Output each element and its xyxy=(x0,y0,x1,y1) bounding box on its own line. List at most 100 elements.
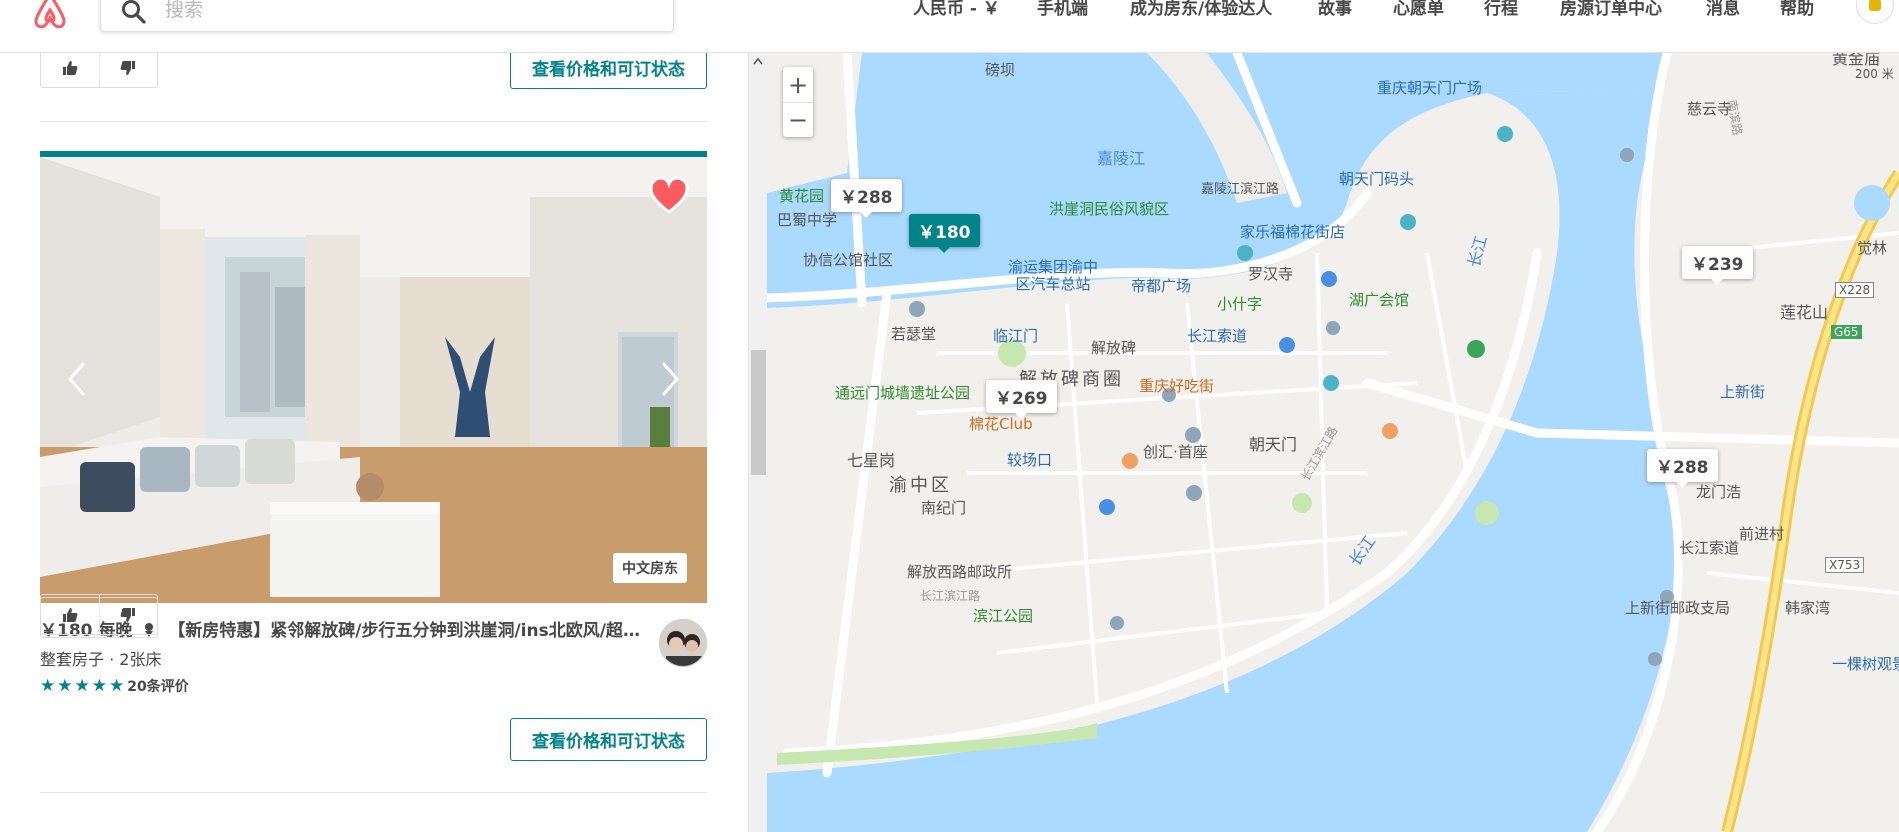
thumbs-up-icon xyxy=(62,607,78,622)
star-icon: ★ xyxy=(57,675,73,696)
map-label: 渝运集团渝中区汽车总站 xyxy=(1007,258,1098,293)
host-avatar[interactable] xyxy=(659,619,707,667)
price-pin[interactable]: ￥239 xyxy=(1682,246,1753,285)
map-label: 解放碑 xyxy=(1091,339,1137,357)
road-shield: X753 xyxy=(1825,557,1865,573)
nav-wishlist[interactable]: 心愿单 xyxy=(1393,0,1444,19)
scroll-up-icon[interactable] xyxy=(753,57,763,65)
rating-stars: ★ ★ ★ ★ ★ 20条评价 xyxy=(40,676,189,696)
road-shield: X228 xyxy=(1835,282,1875,298)
map-label: 渝中区 xyxy=(889,475,952,496)
map-label: 上新街邮政支局 xyxy=(1625,599,1731,617)
search-input[interactable] xyxy=(165,0,645,25)
map-label: 重庆好吃街 xyxy=(1139,377,1215,395)
map-label: 南纪门 xyxy=(921,499,967,517)
map-label: 磅坝 xyxy=(985,61,1016,79)
heart-icon[interactable] xyxy=(649,177,689,215)
nav-become-host[interactable]: 成为房东/体验达人 xyxy=(1130,0,1272,19)
map-label: 帝都广场 xyxy=(1131,277,1192,295)
search-icon xyxy=(122,0,146,24)
divider xyxy=(40,792,707,793)
review-count[interactable]: 20条评价 xyxy=(127,676,188,696)
thumbs-up-button[interactable] xyxy=(41,595,99,634)
price-pin[interactable]: ￥269 xyxy=(986,380,1057,419)
map-label: 朝天门 xyxy=(1249,435,1298,454)
map-label: 长江索道 xyxy=(1679,539,1740,557)
map-label: 龙门浩 xyxy=(1696,483,1742,501)
map-label: 嘉陵江滨江路 xyxy=(1201,182,1280,197)
map-label: 巴蜀中学 xyxy=(777,211,838,229)
host-language-badge: 中文房东 xyxy=(613,553,687,583)
map-label: 湖广会馆 xyxy=(1349,291,1410,309)
star-icon: ★ xyxy=(40,675,56,696)
map-label: 若瑟堂 xyxy=(891,325,937,343)
nav-stories[interactable]: 故事 xyxy=(1318,0,1352,19)
vote-group xyxy=(40,594,158,635)
map-label: 前进村 xyxy=(1739,525,1785,543)
check-price-button[interactable]: 查看价格和可订状态 xyxy=(510,718,707,761)
highway-shield: G65 xyxy=(1831,325,1862,339)
divider xyxy=(40,121,707,122)
airbnb-logo-icon[interactable] xyxy=(26,0,74,30)
top-header: 人民币 - ￥ 手机端 成为房东/体验达人 故事 心愿单 行程 房源订单中心 消… xyxy=(0,0,1899,53)
map-label: 重庆朝天门广场 xyxy=(1377,79,1483,97)
nav-currency[interactable]: 人民币 - ￥ xyxy=(913,0,1000,19)
map-label: 觉林 xyxy=(1857,239,1888,257)
map-label: 家乐福棉花街店 xyxy=(1240,223,1346,241)
thumbs-down-icon xyxy=(121,60,136,75)
nav-mobile[interactable]: 手机端 xyxy=(1037,0,1088,19)
nav-messages[interactable]: 消息 xyxy=(1706,0,1740,19)
price-pin[interactable]: ￥288 xyxy=(831,179,902,218)
map-label: 较场口 xyxy=(1007,451,1053,469)
zoom-in-button[interactable]: + xyxy=(783,67,813,102)
map-label: 黄花园 xyxy=(779,187,825,205)
map-label: 长江索道 xyxy=(1187,327,1248,345)
nav-host-orders[interactable]: 房源订单中心 xyxy=(1560,0,1662,19)
map-label: 滨江公园 xyxy=(973,607,1034,625)
listing-name: 【新房特惠】紧邻解放碑/步行五分钟到洪崖洞/ins北欧风/超级可爱的梦幻小屋 xyxy=(168,621,650,641)
nav-help[interactable]: 帮助 xyxy=(1780,0,1814,19)
thumbs-down-button[interactable] xyxy=(98,595,157,634)
map-label: 临江门 xyxy=(993,327,1039,345)
map-label: 小什字 xyxy=(1217,295,1263,313)
map-label: 协信公馆社区 xyxy=(803,251,894,269)
zoom-control: + − xyxy=(783,67,813,137)
thumbs-up-icon xyxy=(62,60,78,75)
chevron-right-icon[interactable] xyxy=(655,357,685,401)
thumbs-down-button[interactable] xyxy=(98,53,157,87)
map-label: 韩家湾 xyxy=(1785,599,1831,617)
map-label: 罗汉寺 xyxy=(1248,265,1294,283)
map-label: 一棵树观景 xyxy=(1832,655,1899,673)
map-label: 长江滨江路 xyxy=(920,589,981,603)
map-label: 解放西路邮政所 xyxy=(907,563,1013,581)
chevron-left-icon[interactable] xyxy=(62,357,92,401)
map-label: 创汇·首座 xyxy=(1143,443,1208,461)
star-icon: ★ xyxy=(91,675,107,696)
map-label: 通远门城墙遗址公园 xyxy=(835,384,971,402)
vote-group xyxy=(40,53,158,88)
map-label: 上新街 xyxy=(1720,383,1766,401)
map-label: 七星岗 xyxy=(847,451,896,470)
star-icon: ★ xyxy=(109,675,125,696)
scrollbar-thumb[interactable] xyxy=(751,350,766,475)
thumbs-up-button[interactable] xyxy=(41,53,99,87)
avatar-photo xyxy=(660,620,706,666)
map-label: 黄金庙 xyxy=(1832,53,1881,68)
nav-trips[interactable]: 行程 xyxy=(1484,0,1518,19)
map-view[interactable]: + − 200 米 磅坝 嘉陵江 重庆朝天门广场 黄金庙 慈云寺 黄花园 巴蜀中… xyxy=(767,53,1899,832)
map-label: 洪崖洞民俗风貌区 xyxy=(1049,200,1170,218)
list-scrollbar[interactable] xyxy=(748,53,767,832)
map-label: 朝天门码头 xyxy=(1339,170,1415,188)
listing-photo[interactable]: 中文房东 xyxy=(40,157,707,603)
listing-type: 整套房子 · 2张床 xyxy=(40,650,162,669)
map-label: 嘉陵江 xyxy=(1097,149,1146,168)
zoom-out-button[interactable]: − xyxy=(783,102,813,137)
star-icon: ★ xyxy=(74,675,90,696)
room-photo-illustration xyxy=(40,157,707,603)
price-pin-active[interactable]: ￥180 xyxy=(909,214,980,253)
search-box[interactable] xyxy=(100,0,674,32)
check-price-button[interactable]: 查看价格和可订状态 xyxy=(510,53,707,89)
thumbs-down-icon xyxy=(121,607,136,622)
price-pin[interactable]: ￥288 xyxy=(1647,449,1718,488)
user-avatar[interactable] xyxy=(1856,0,1894,24)
